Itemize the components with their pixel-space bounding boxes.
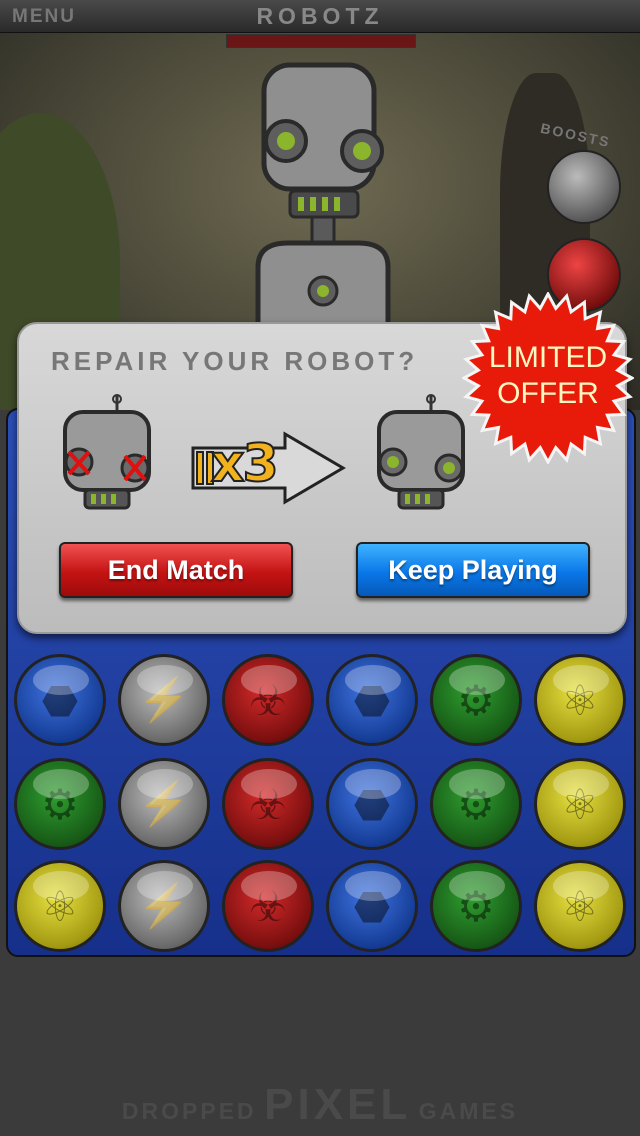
gem-symbol-icon: ⚛: [561, 882, 599, 930]
gem-red[interactable]: ☣: [222, 654, 314, 746]
gem-symbol-icon: ⚙: [41, 780, 79, 828]
gem-symbol-icon: ⚡: [137, 675, 191, 723]
footer-games: GAMES: [418, 1098, 519, 1124]
offer-line-1: LIMITED: [488, 341, 608, 374]
gem-symbol-icon: ⬣: [353, 882, 391, 930]
footer-logo: DROPPED PIXEL GAMES: [0, 1080, 640, 1130]
gem-green[interactable]: ⚙: [430, 758, 522, 850]
gem-yellow[interactable]: ⚛: [534, 758, 626, 850]
multiplier-text: x3: [210, 433, 280, 495]
repair-multiplier: x3: [189, 428, 349, 508]
gem-symbol-icon: ☣: [249, 780, 287, 828]
gem-symbol-icon: ⚙: [457, 676, 495, 724]
gem-blue[interactable]: ⬣: [14, 654, 106, 746]
game-title: ROBOTZ: [256, 3, 384, 29]
gem-yellow[interactable]: ⚛: [534, 654, 626, 746]
gem-symbol-icon: ⚙: [457, 882, 495, 930]
gem-symbol-icon: ⚡: [137, 881, 191, 929]
gem-symbol-icon: ☣: [249, 882, 287, 930]
gem-symbol-icon: ⚛: [561, 780, 599, 828]
end-match-button[interactable]: End Match: [59, 542, 293, 598]
gem-yellow[interactable]: ⚛: [14, 860, 106, 952]
gem-blue[interactable]: ⬣: [326, 860, 418, 952]
gem-green[interactable]: ⚙: [430, 860, 522, 952]
gem-gray[interactable]: ⚡: [118, 860, 210, 952]
gem-blue[interactable]: ⬣: [326, 758, 418, 850]
gem-symbol-icon: ☣: [249, 676, 287, 724]
gem-gray[interactable]: ⚡: [118, 654, 210, 746]
gem-symbol-icon: ⬣: [353, 780, 391, 828]
gem-red[interactable]: ☣: [222, 758, 314, 850]
gem-symbol-icon: ⬣: [41, 676, 79, 724]
offer-line-2: OFFER: [497, 377, 599, 410]
footer-pixel: PIXEL: [264, 1080, 412, 1129]
gem-symbol-icon: ⬣: [353, 676, 391, 724]
enemy-health-bar: [226, 34, 416, 48]
gem-symbol-icon: ⚛: [561, 676, 599, 724]
gem-symbol-icon: ⚛: [41, 882, 79, 930]
gem-green[interactable]: ⚙: [14, 758, 106, 850]
gem-yellow[interactable]: ⚛: [534, 860, 626, 952]
gem-symbol-icon: ⚙: [457, 780, 495, 828]
gem-gray[interactable]: ⚡: [118, 758, 210, 850]
gem-symbol-icon: ⚡: [137, 779, 191, 827]
boost-lightning-button[interactable]: [547, 150, 621, 224]
top-bar: MENU ROBOTZ: [0, 0, 640, 33]
limited-offer-text[interactable]: LIMITED OFFER: [462, 340, 634, 412]
keep-playing-button[interactable]: Keep Playing: [356, 542, 590, 598]
footer-dropped: DROPPED: [121, 1098, 257, 1124]
dialog-title: REPAIR YOUR ROBOT?: [51, 346, 419, 376]
gem-red[interactable]: ☣: [222, 860, 314, 952]
gem-blue[interactable]: ⬣: [326, 654, 418, 746]
gem-green[interactable]: ⚙: [430, 654, 522, 746]
broken-robot-icon: [63, 394, 151, 510]
repaired-robot-icon: [377, 394, 465, 510]
